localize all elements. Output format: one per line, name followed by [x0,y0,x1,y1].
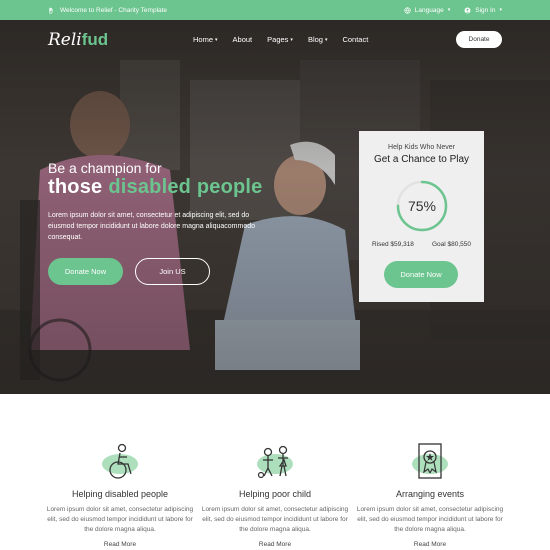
hero-subtitle: Be a champion for [48,160,162,176]
chevron-down-icon: ▾ [499,7,502,13]
read-more-link[interactable]: Read More [201,541,349,548]
nav-item-about[interactable]: About [233,35,253,44]
chevron-down-icon: ▾ [324,36,328,43]
feature-disabled: Helping disabled people Lorem ipsum dolo… [46,442,194,548]
globe-icon [404,6,411,14]
logo[interactable]: Relifud [48,30,108,50]
sign-in-label: Sign In [475,6,496,14]
feature-title: Helping disabled people [71,489,169,499]
chevron-down-icon: ▾ [447,7,451,13]
top-bar: Welcome to Relief - Charity Template Lan… [0,0,550,20]
logo-text: Reli [48,30,82,50]
welcome-text: Welcome to Relief - Charity Template [60,6,168,14]
feature-title: Helping poor child [238,489,312,499]
user-icon [464,7,471,13]
hero-title: those disabled people [48,176,263,199]
hero-title-green: disabled people [108,176,263,198]
donate-button[interactable]: Donate [456,31,502,48]
raised-amount: Rised $59,318 [372,241,414,248]
nav-item-contact[interactable]: Contact [342,35,368,44]
goal-amount: Goal $80,550 [431,241,471,248]
language-selector[interactable]: Language ▾ [404,7,450,14]
logo-accent-text: fud [81,30,109,49]
read-more-link[interactable]: Read More [46,541,194,548]
hero-title-white: those [48,176,103,198]
welcome-message: Welcome to Relief - Charity Template [48,7,167,14]
progress-label: 75% [407,198,437,214]
nav-item-blog[interactable]: Blog ▾ [308,35,328,44]
feature-text: Lorem ipsum dolor sit amet, consectetur … [201,506,349,533]
feature-text: Lorem ipsum dolor sit amet, consectetur … [46,506,194,533]
card-line-2: Get a Chance to Play [373,154,470,165]
children-icon [257,445,288,479]
nav-item-home[interactable]: Home ▾ [193,35,218,44]
nav-label: Contact [342,35,369,44]
chevron-down-icon: ▾ [215,36,218,43]
nav-item-pages[interactable]: Pages ▾ [267,35,293,44]
nav-label: Pages [267,35,289,44]
chevron-down-icon: ▾ [290,36,293,43]
nav-label: Home [193,35,214,44]
main-nav: Home ▾ About Pages ▾ Blog ▾ Contact [193,35,368,44]
wheelchair-icon [109,443,132,479]
feature-events: Arranging events Lorem ipsum dolor sit a… [356,442,504,548]
join-us-button[interactable]: Join US [135,258,210,285]
nav-label: Blog [307,35,323,44]
award-icon [418,443,442,479]
features-section: Helping disabled people Lorem ipsum dolo… [0,394,550,550]
card-donate-button[interactable]: Donate Now [384,261,458,288]
nav-label: About [232,35,253,44]
language-label: Language [414,6,444,14]
feature-poor-child: Helping poor child Lorem ipsum dolor sit… [201,442,349,548]
card-line-1: Help Kids Who Never [388,144,455,151]
feature-text: Lorem ipsum dolor sit amet, consectetur … [356,506,504,533]
hand-icon [49,7,53,14]
donate-now-button[interactable]: Donate Now [48,258,123,285]
donation-card: Help Kids Who Never Get a Chance to Play… [359,131,484,302]
feature-title: Arranging events [395,489,465,499]
read-more-link[interactable]: Read More [356,541,504,548]
hero-description: Lorem ipsum dolor sit amet, consectetur … [48,212,256,241]
sign-in-link[interactable]: Sign In ▾ [464,7,502,14]
